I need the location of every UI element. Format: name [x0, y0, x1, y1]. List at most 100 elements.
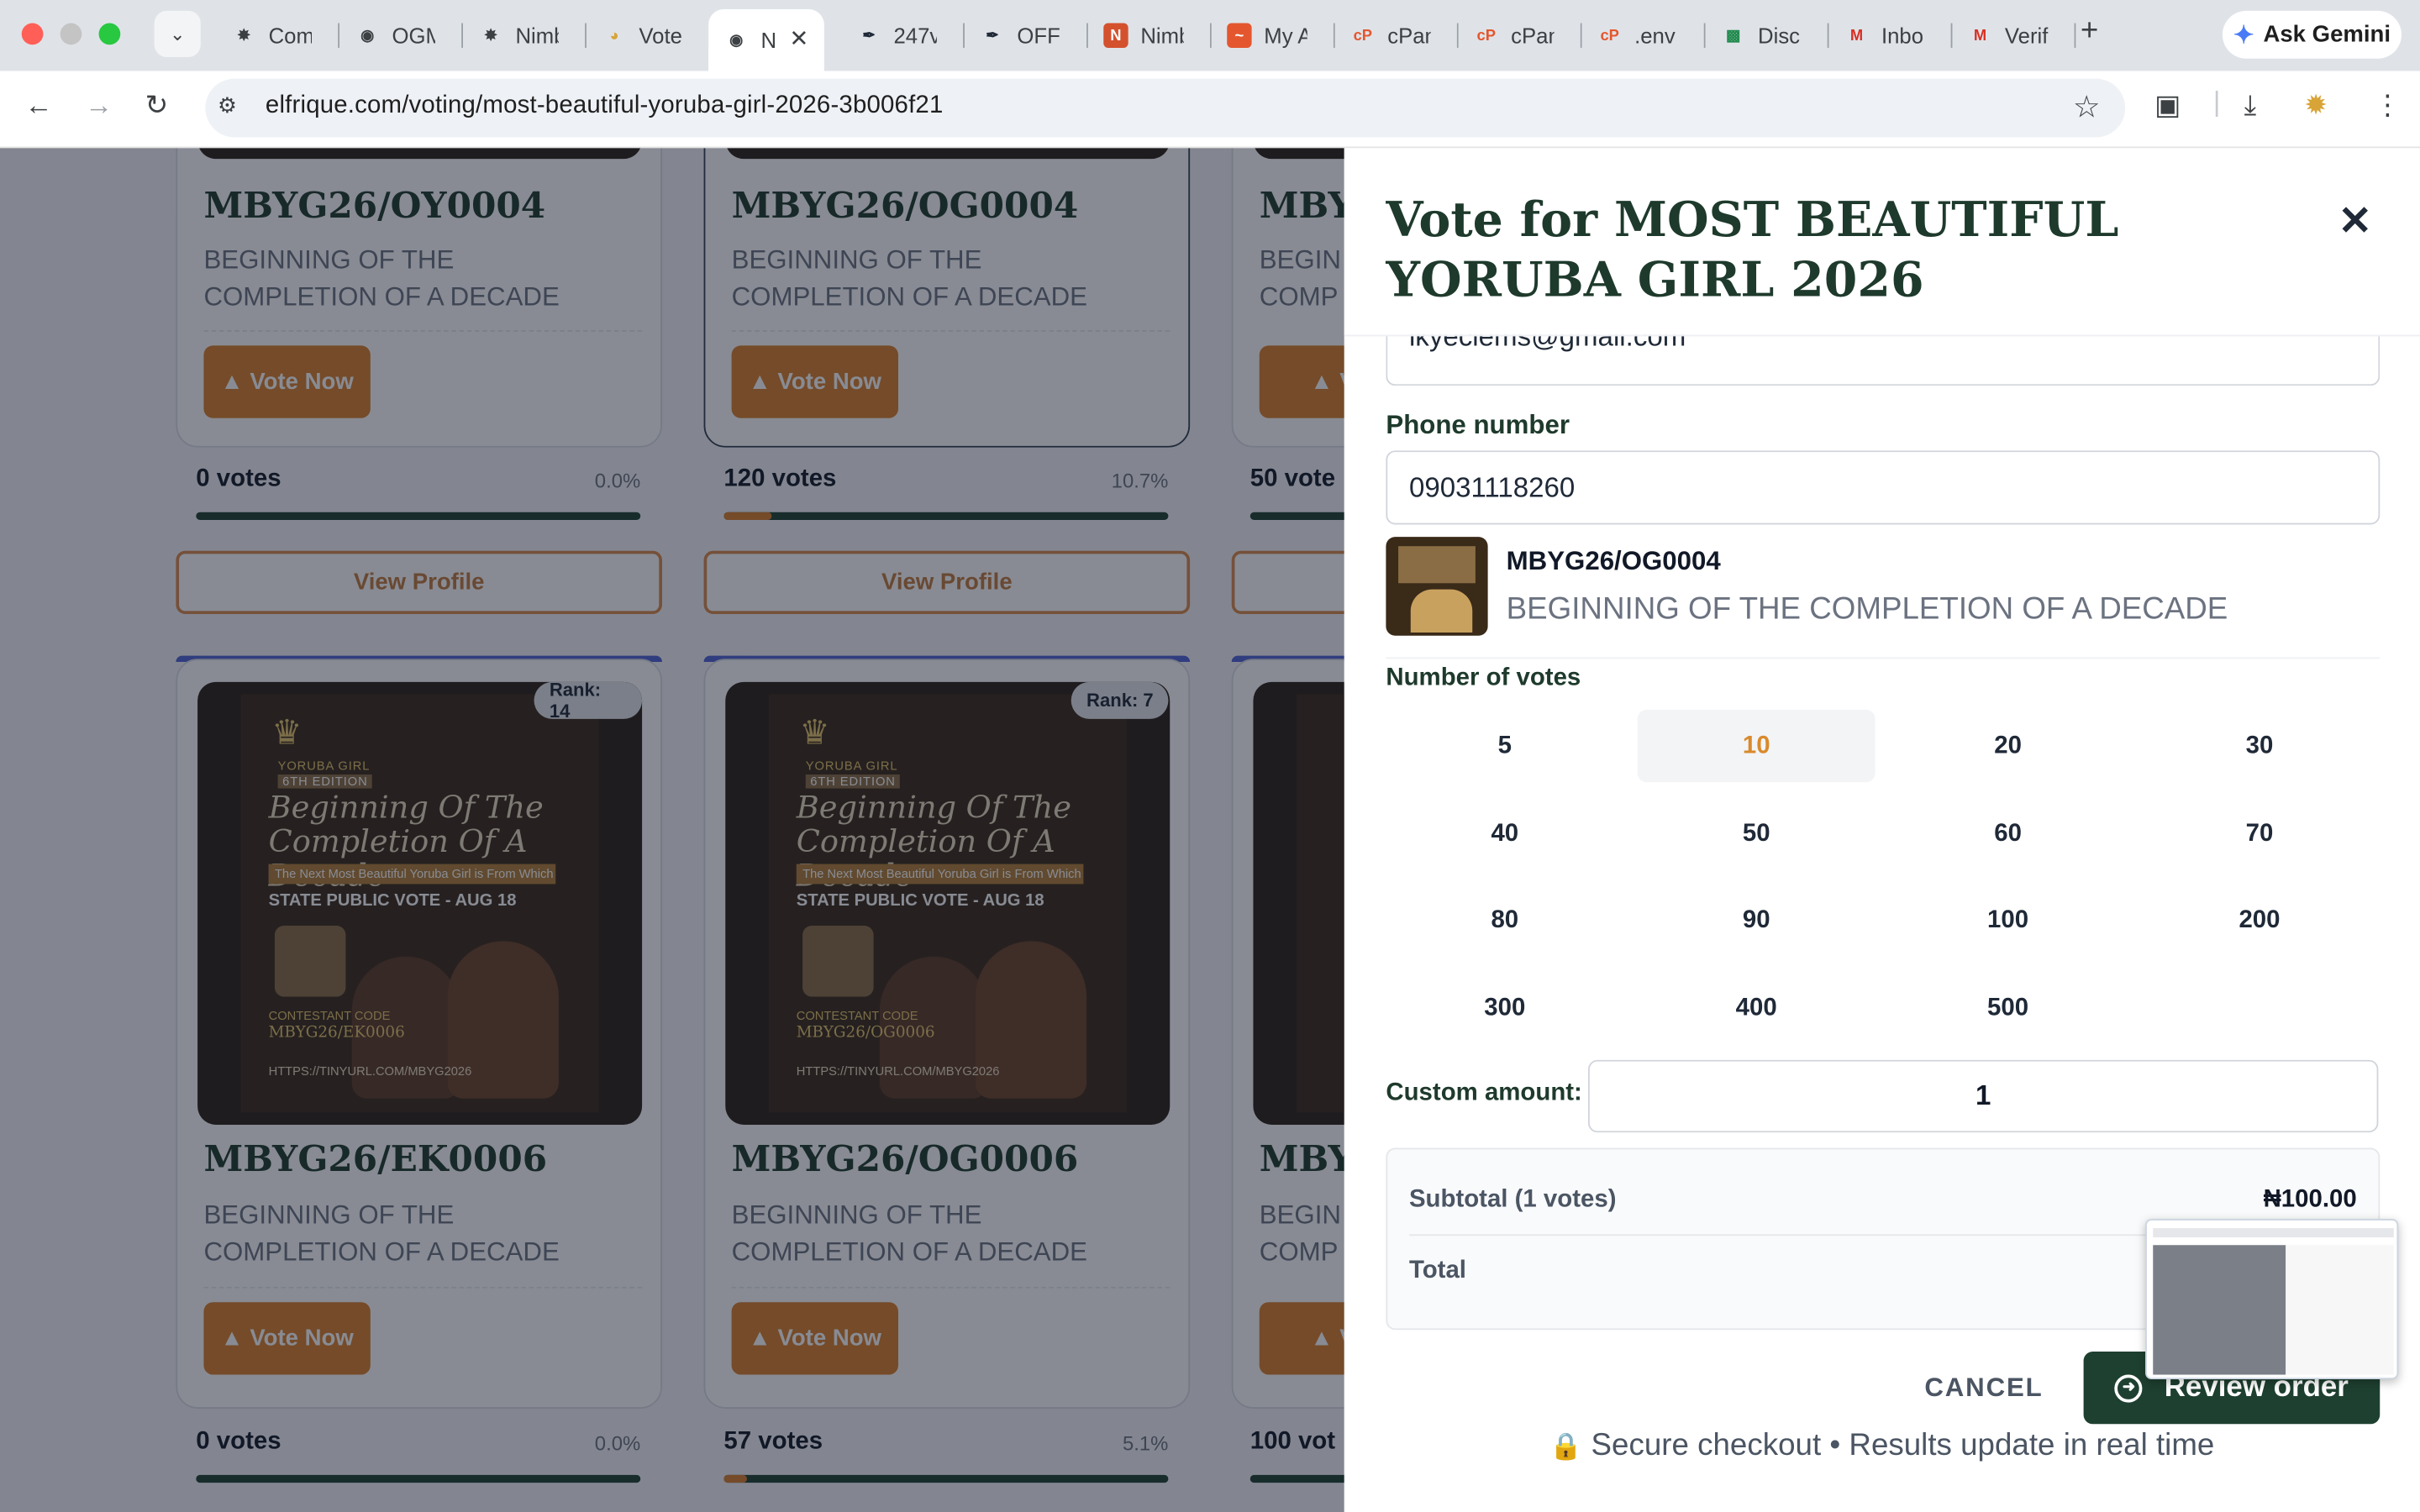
- browser-toolbar: ← → ↻ ⚙ elfrique.com/voting/most-beautif…: [0, 71, 2420, 149]
- browser-tab[interactable]: ✸ Nimb: [463, 13, 587, 59]
- candidate-code: MBYG26/OG0004: [1506, 546, 1721, 576]
- url-text: elfrique.com/voting/most-beautiful-yorub…: [265, 92, 944, 119]
- browser-tab[interactable]: cP .env: [1582, 13, 1706, 59]
- votes-label: Number of votes: [1386, 664, 1581, 691]
- site-settings-icon[interactable]: ⚙: [218, 92, 237, 118]
- vote-option-70[interactable]: 70: [2141, 798, 2379, 870]
- close-window-button[interactable]: [21, 23, 44, 45]
- phone-label: Phone number: [1386, 410, 1570, 440]
- tab-title: Vote: [639, 23, 682, 48]
- browser-tab[interactable]: ◉ N ✕: [708, 9, 824, 71]
- brand-icon: ~: [1227, 23, 1252, 48]
- browser-tab[interactable]: cP cPan: [1335, 13, 1459, 59]
- custom-amount-label: Custom amount:: [1386, 1079, 1582, 1106]
- tab-title: cPan: [1511, 23, 1554, 48]
- vote-option-400[interactable]: 400: [1638, 972, 1876, 1044]
- extensions-icon[interactable]: ▣: [2154, 90, 2181, 123]
- tab-strip: ⌄ ✸ Com ◉ OGM ✸ Nimb ◕ Vote ◉ N ✕ ✒ 247v ✒ OFFI N Nimb ~ M…: [0, 0, 2420, 71]
- browser-tab[interactable]: N Nimb: [1088, 13, 1212, 59]
- subtotal-label: Subtotal (1 votes): [1408, 1186, 1617, 1213]
- browser-window: ⌄ ✸ Com ◉ OGM ✸ Nimb ◕ Vote ◉ N ✕ ✒ 247v ✒ OFFI N Nimb ~ M…: [0, 0, 2420, 1512]
- browser-tab[interactable]: ✒ OFFI: [965, 13, 1088, 59]
- cpanel-icon: cP: [1353, 27, 1373, 45]
- header-divider: [1344, 334, 2420, 337]
- maximize-window-button[interactable]: [98, 23, 121, 45]
- tab-title: Com: [268, 23, 313, 48]
- candidate-divider: [1386, 657, 2381, 659]
- cpanel-icon: cP: [1600, 27, 1619, 45]
- vote-option-40[interactable]: 40: [1386, 798, 1623, 870]
- tab-title: Verif: [2004, 23, 2049, 48]
- modal-title: Vote for MOST BEAUTIFUL YORUBA GIRL 2026: [1386, 192, 2119, 309]
- ask-gemini-button[interactable]: ✦ Ask Gemini: [2222, 10, 2402, 59]
- vote-option-50[interactable]: 50: [1638, 798, 1876, 870]
- cancel-button[interactable]: CANCEL: [1924, 1373, 2043, 1404]
- vote-option-10[interactable]: 10: [1637, 709, 1876, 783]
- download-icon[interactable]: ⤓: [2244, 90, 2257, 123]
- gmail-icon: M: [1849, 27, 1864, 45]
- ask-gemini-label: Ask Gemini: [2263, 21, 2391, 48]
- screenshot-thumbnail-preview[interactable]: [2145, 1219, 2399, 1380]
- preview-toolbar: [2153, 1228, 2394, 1238]
- browser-tab[interactable]: M Verif: [1952, 13, 2076, 59]
- vote-option-100[interactable]: 100: [1889, 884, 2127, 956]
- chatgpt-icon: ✸: [237, 27, 250, 45]
- lock-icon: 🔒: [1549, 1431, 1583, 1462]
- vote-option-200[interactable]: 200: [2141, 884, 2379, 956]
- tab-title: OGM: [392, 23, 435, 48]
- profile-avatar-icon[interactable]: ✹: [2304, 90, 2328, 123]
- browser-tab[interactable]: cP cPan: [1459, 13, 1582, 59]
- vote-option-90[interactable]: 90: [1638, 884, 1876, 956]
- close-tab-icon[interactable]: ✕: [789, 24, 808, 52]
- secure-checkout-label: Secure checkout • Results update in real…: [1591, 1428, 2215, 1463]
- menu-kebab-icon[interactable]: ⋮: [2374, 90, 2402, 123]
- arrow-right-circle-icon: ➜: [2114, 1373, 2143, 1402]
- preview-drawer: [2286, 1245, 2394, 1375]
- back-arrow-icon[interactable]: ←: [24, 90, 52, 123]
- gmail-icon: M: [1973, 27, 1987, 45]
- candidate-thumbnail: [1386, 537, 1488, 636]
- phone-value: 09031118260: [1408, 471, 1576, 502]
- vote-option-20[interactable]: 20: [1889, 710, 2127, 782]
- modal-backdrop[interactable]: [0, 148, 1344, 1512]
- browser-tab[interactable]: ◉ OGM: [339, 13, 464, 59]
- bookmark-star-icon[interactable]: ☆: [2073, 88, 2101, 127]
- chevron-down-icon: ⌄: [169, 23, 186, 45]
- gemini-icon: ✦: [2233, 22, 2254, 49]
- forward-arrow-icon[interactable]: →: [85, 90, 113, 123]
- custom-amount-input[interactable]: 1: [1588, 1059, 2379, 1133]
- custom-amount-value: 1: [1975, 1079, 1991, 1111]
- feather-icon: ✒: [986, 27, 999, 45]
- globe-icon: ◉: [360, 27, 375, 45]
- browser-tab[interactable]: ~ My A: [1212, 13, 1335, 59]
- browser-tab[interactable]: ◕ Vote: [587, 13, 710, 59]
- phone-field[interactable]: 09031118260: [1386, 450, 2381, 525]
- address-bar[interactable]: ⚙ elfrique.com/voting/most-beautiful-yor…: [205, 78, 2126, 138]
- tab-title: Inbo: [1881, 23, 1924, 48]
- tab-title: cPan: [1387, 23, 1430, 48]
- doc-icon: ▩: [1725, 27, 1741, 45]
- browser-tab[interactable]: M Inbo: [1829, 13, 1953, 59]
- secure-checkout-text: 🔒 Secure checkout • Results update in re…: [1344, 1429, 2420, 1464]
- minimize-window-button[interactable]: [60, 23, 82, 45]
- tab-title: 247v: [893, 23, 937, 48]
- reload-icon[interactable]: ↻: [145, 90, 169, 123]
- tab-title: Nimb: [515, 23, 558, 48]
- tab-title: My A: [1264, 23, 1307, 48]
- tab-title: OFFI: [1017, 23, 1060, 48]
- vote-option-60[interactable]: 60: [1889, 798, 2127, 870]
- browser-tab[interactable]: ✸ Com: [216, 13, 340, 59]
- vote-option-80[interactable]: 80: [1386, 884, 1623, 956]
- vote-option-30[interactable]: 30: [2141, 710, 2379, 782]
- vote-option-500[interactable]: 500: [1889, 972, 2127, 1044]
- close-icon[interactable]: ✕: [2338, 197, 2372, 245]
- tab-title: Disc: [1758, 23, 1801, 48]
- tab-search-button[interactable]: ⌄: [154, 10, 201, 57]
- browser-tab[interactable]: ✒ 247v: [841, 13, 965, 59]
- browser-tab[interactable]: ▩ Disc: [1706, 13, 1829, 59]
- new-tab-button[interactable]: +: [2081, 14, 2098, 50]
- feather-icon: ✒: [862, 27, 876, 45]
- vote-option-300[interactable]: 300: [1386, 972, 1623, 1044]
- globe-icon: ◉: [729, 31, 744, 49]
- vote-option-5[interactable]: 5: [1386, 710, 1623, 782]
